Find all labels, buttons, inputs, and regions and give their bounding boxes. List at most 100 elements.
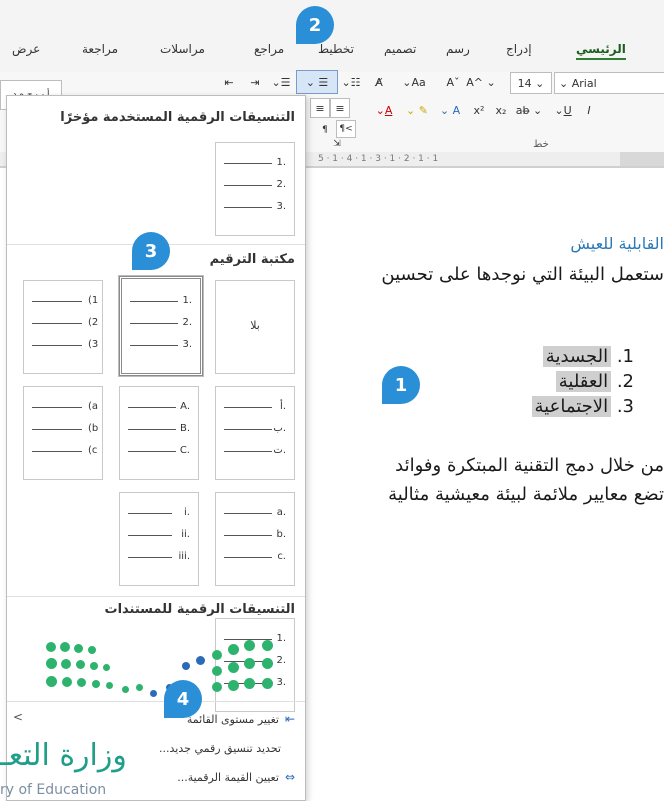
text-effects-icon[interactable]: ⌄ A xyxy=(436,100,464,120)
logo-arabic-text: وزارة التعـ xyxy=(0,738,127,773)
change-list-level-item[interactable]: ⇤ تغيير مستوى القائمة xyxy=(187,712,295,726)
font-name-select[interactable]: ⌄ Arial xyxy=(554,72,664,94)
document-line-1: ستعمل البيئة التي نوجدها على تحسين xyxy=(381,264,664,285)
font-group-label: خط xyxy=(533,138,549,150)
font-color-icon[interactable]: ⌄ A xyxy=(370,100,398,120)
tab-home[interactable]: الرئيسي xyxy=(576,42,626,60)
document-line-3: تضع معايير ملائمة لبيئة معيشية مثالية xyxy=(388,484,664,505)
format-marker: C. xyxy=(179,445,190,456)
strikethrough-icon[interactable]: ab̶ ⌄ xyxy=(514,100,544,120)
dialog-launcher-icon[interactable]: ⇲ xyxy=(330,134,344,154)
recent-number-format[interactable]: 1. 2. 3. xyxy=(215,142,295,236)
format-marker: A. xyxy=(180,401,190,412)
format-paren-number[interactable]: (1 (2 (3 xyxy=(23,280,103,374)
document-formats-title: التنسيقات الرقمية للمستندات xyxy=(104,602,295,617)
format-marker: (a xyxy=(88,401,99,412)
bullets-icon[interactable]: ⌄☷ xyxy=(338,72,364,92)
callout-badge-4: 4 xyxy=(164,680,202,718)
format-marker: (1 xyxy=(88,295,99,306)
change-case-button[interactable]: ⌄ Aa xyxy=(392,72,436,92)
tab-mailings[interactable]: مراسلات xyxy=(160,42,205,56)
list-text: الاجتماعية xyxy=(531,396,612,417)
callout-badge-2: 2 xyxy=(296,6,334,44)
format-marker: 2. xyxy=(276,179,286,190)
tab-references[interactable]: مراجع xyxy=(254,42,284,56)
format-marker: a. xyxy=(276,507,286,518)
change-list-level-label: تغيير مستوى القائمة xyxy=(186,712,279,726)
superscript-icon[interactable]: x² xyxy=(470,100,488,120)
font-size-value: 14 xyxy=(517,76,532,90)
logo-english-text: ry of Education xyxy=(0,782,107,798)
align-right-icon[interactable]: ≡ xyxy=(330,98,350,118)
callout-badge-1: 1 xyxy=(382,366,420,404)
tab-review[interactable]: مراجعة xyxy=(82,42,118,56)
decrease-font-icon[interactable]: Aˇ xyxy=(442,72,464,92)
numbering-library-title: مكتبة الترقيم xyxy=(209,252,295,267)
format-lower-roman[interactable]: i. ii. iii. xyxy=(119,492,199,586)
set-numbering-value-item[interactable]: ⇔ تعيين القيمة الرقمية... xyxy=(177,770,295,784)
list-number: 3. xyxy=(616,396,634,417)
tab-design[interactable]: تصميم xyxy=(384,42,416,56)
format-marker: 1. xyxy=(182,295,192,306)
list-item[interactable]: 1. الجسدية xyxy=(542,346,634,367)
format-marker: ii. xyxy=(181,529,190,540)
tab-layout[interactable]: تخطيط xyxy=(318,42,354,56)
define-new-format-label: تحديد تنسيق رقمي جديد... xyxy=(159,742,281,755)
format-marker: 2. xyxy=(276,655,286,666)
format-marker: 3. xyxy=(276,201,286,212)
list-number: 2. xyxy=(616,371,634,392)
increase-font-icon[interactable]: A^ ⌄ xyxy=(466,72,496,92)
callout-badge-3: 3 xyxy=(132,232,170,270)
ruler-numbers: 5 · 1 · 4 · 1 · 3 · 1 · 2 · 1 · 1 xyxy=(318,154,439,164)
document-number-format[interactable]: 1. 2. 3. xyxy=(215,618,295,712)
section-divider xyxy=(7,596,305,597)
list-text: الجسدية xyxy=(542,346,612,367)
change-list-level-icon: ⇤ xyxy=(284,712,295,726)
numbering-button[interactable]: ⌄ ☰ xyxy=(296,70,338,94)
format-lower-alpha[interactable]: a. b. c. xyxy=(215,492,295,586)
format-arabic-letters[interactable]: أ. ب. ت. xyxy=(215,386,295,480)
font-name-value: Arial xyxy=(571,76,597,90)
format-marker: 1. xyxy=(276,157,286,168)
ruler-margin xyxy=(620,152,664,166)
tab-view[interactable]: عرض xyxy=(12,42,40,56)
format-marker: b. xyxy=(276,529,286,540)
format-marker: 3. xyxy=(182,339,192,350)
document-line-2: من خلال دمج التقنية المبتكرة وفوائد xyxy=(395,455,664,476)
set-numbering-value-label: تعيين القيمة الرقمية... xyxy=(177,770,279,784)
format-decimal[interactable]: 1. 2. 3. xyxy=(118,275,204,377)
highlight-icon[interactable]: ⌄ ✎ xyxy=(402,100,432,120)
format-marker: c. xyxy=(277,551,286,562)
format-upper-alpha[interactable]: A. B. C. xyxy=(119,386,199,480)
list-number: 1. xyxy=(616,346,634,367)
define-new-format-item[interactable]: تحديد تنسيق رقمي جديد... xyxy=(159,742,281,755)
format-marker: (3 xyxy=(88,339,99,350)
format-none[interactable]: بلا xyxy=(215,280,295,374)
format-marker: i. xyxy=(184,507,190,518)
format-marker: (c xyxy=(88,445,98,456)
submenu-arrow-icon: < xyxy=(13,710,24,724)
format-marker: (b xyxy=(88,423,99,434)
document-heading: القابلية للعيش xyxy=(570,234,664,253)
format-marker: iii. xyxy=(178,551,190,562)
format-paren-lower-alpha[interactable]: (a (b (c xyxy=(23,386,103,480)
tab-draw[interactable]: رسم xyxy=(446,42,470,56)
format-marker: 2. xyxy=(182,317,192,328)
decrease-indent-icon[interactable]: ⇤ xyxy=(218,72,240,92)
list-item[interactable]: 2. العقلية xyxy=(555,371,634,392)
align-left-icon[interactable]: ≡ xyxy=(310,98,330,118)
multilevel-list-icon[interactable]: ⌄☰ xyxy=(268,72,294,92)
none-label: بلا xyxy=(250,319,260,332)
section-divider xyxy=(7,701,305,702)
subscript-icon[interactable]: x₂ xyxy=(492,100,510,120)
list-item[interactable]: 3. الاجتماعية xyxy=(531,396,634,417)
italic-icon[interactable]: I xyxy=(580,100,598,120)
tab-insert[interactable]: إدراج xyxy=(506,42,532,56)
clear-formatting-icon[interactable]: A̸ xyxy=(370,72,388,92)
underline-icon[interactable]: ⌄ U xyxy=(548,100,578,120)
format-marker: (2 xyxy=(88,317,99,328)
format-marker: ت. xyxy=(273,445,286,456)
font-size-select[interactable]: 14 ⌄ xyxy=(510,72,552,94)
ribbon-tab-bar: عرض مراجعة مراسلات مراجع تخطيط تصميم رسم… xyxy=(0,0,664,73)
increase-indent-icon[interactable]: ⇥ xyxy=(244,72,266,92)
